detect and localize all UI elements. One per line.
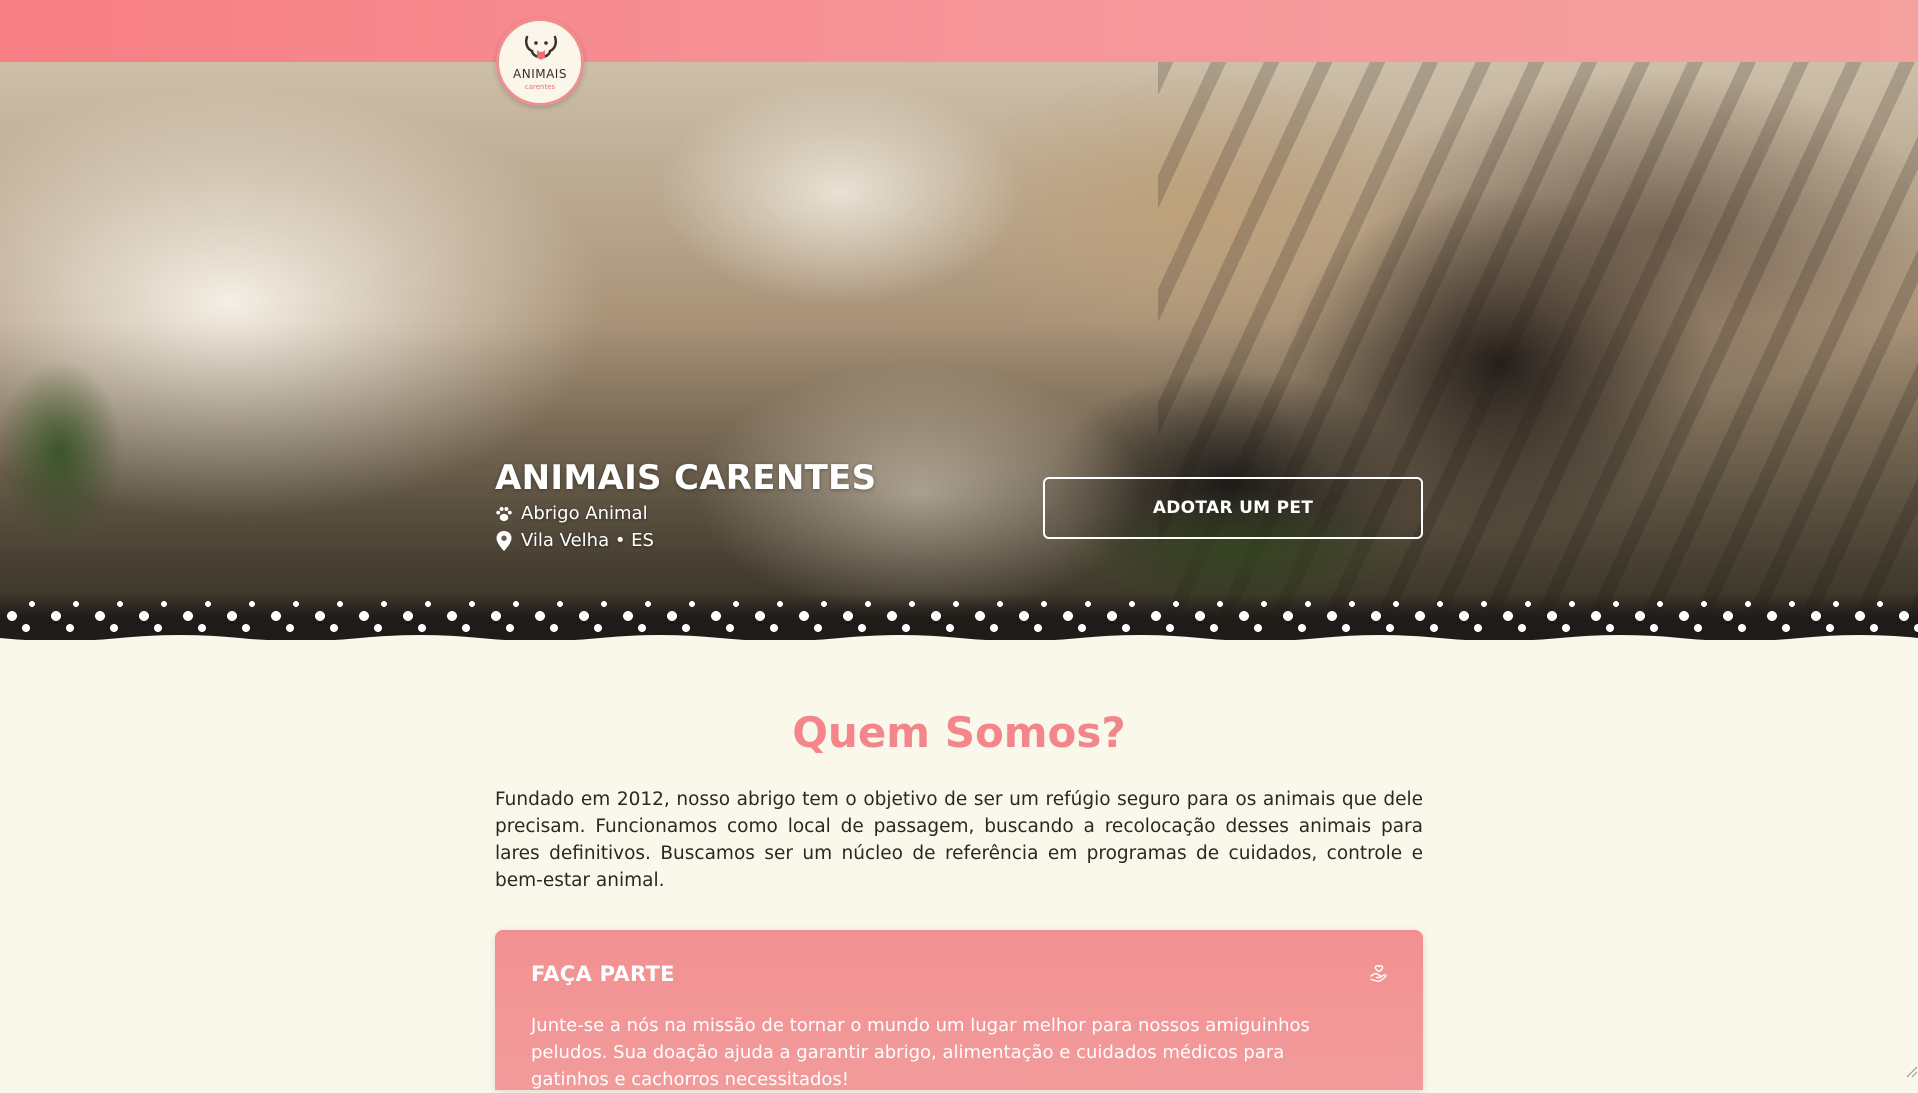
wave-divider [0, 630, 1918, 650]
card-title: FAÇA PARTE [531, 962, 675, 986]
about-title: Quem Somos? [495, 708, 1423, 757]
hand-heart-icon [1369, 964, 1389, 988]
resize-grip-icon[interactable] [1902, 1062, 1918, 1078]
site-logo[interactable]: ANIMAIS carentes [496, 18, 584, 106]
map-pin-icon [495, 531, 513, 551]
about-text: Fundado em 2012, nosso abrigo tem o obje… [495, 786, 1423, 894]
hero-image-shade [0, 62, 1918, 640]
hero-title: ANIMAIS CARENTES [495, 458, 876, 498]
logo-subtitle: carentes [499, 83, 581, 91]
dog-face-logo-icon [523, 33, 559, 65]
paw-icon [495, 504, 513, 524]
card-text: Junte-se a nós na missão de tornar o mun… [531, 1012, 1351, 1093]
shelter-location-label: Vila Velha • ES [521, 530, 654, 551]
adopt-pet-button[interactable]: ADOTAR UM PET [1043, 477, 1423, 539]
top-bar [0, 0, 1918, 62]
shelter-location: Vila Velha • ES [495, 530, 654, 551]
shelter-type-label: Abrigo Animal [521, 503, 648, 524]
join-us-card: FAÇA PARTE Junte-se a nós na missão de t… [495, 930, 1423, 1090]
logo-word: ANIMAIS [499, 67, 581, 81]
hero-banner [0, 62, 1918, 640]
shelter-type: Abrigo Animal [495, 503, 648, 524]
